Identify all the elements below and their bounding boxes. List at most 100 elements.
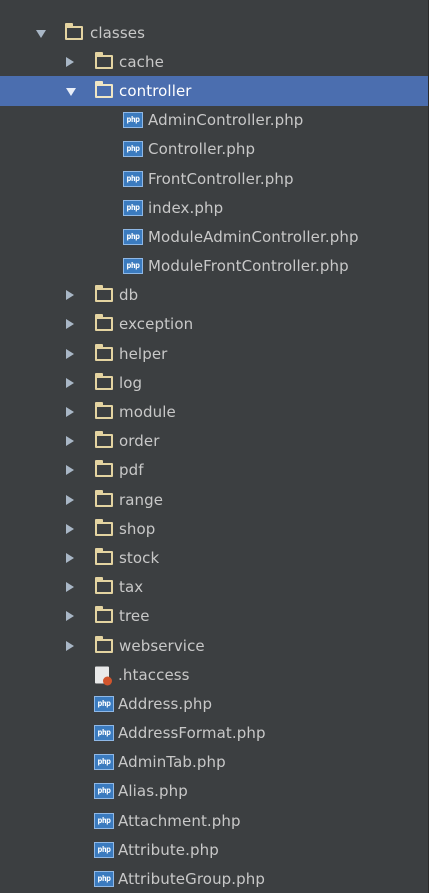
tree-file-attachment[interactable]: php Attachment.php [0, 806, 429, 835]
php-file-icon: php [123, 112, 143, 129]
tree-node-tree[interactable]: tree [0, 602, 429, 631]
folder-icon [95, 577, 113, 595]
project-tree-panel: classes cache controller php AdminContro… [0, 0, 429, 893]
folder-icon [95, 518, 113, 536]
tree-node-exception[interactable]: exception [0, 310, 429, 339]
tree-file-attributegroup[interactable]: php AttributeGroup.php [0, 864, 429, 893]
folder-icon [95, 314, 113, 332]
expand-arrow-down-icon[interactable] [66, 87, 76, 96]
tree-node-helper[interactable]: helper [0, 339, 429, 368]
htaccess-file-icon [95, 666, 112, 686]
expand-arrow-right-icon[interactable] [66, 552, 74, 563]
expand-arrow-right-icon[interactable] [66, 348, 74, 359]
expand-arrow-right-icon[interactable] [66, 407, 74, 418]
expand-arrow-right-icon[interactable] [66, 640, 74, 651]
tree-node-label: ModuleAdminController.php [148, 227, 359, 246]
php-file-icon: php [94, 841, 114, 858]
tree-file-alias[interactable]: php Alias.php [0, 777, 429, 806]
folder-icon [95, 460, 113, 478]
tree-node-label: Attribute.php [118, 840, 219, 859]
php-file-icon: php [94, 812, 114, 829]
tree-node-label: pdf [119, 461, 144, 480]
expand-arrow-right-icon[interactable] [66, 56, 74, 67]
tree-node-label: shop [119, 519, 156, 538]
tree-node-log[interactable]: log [0, 368, 429, 397]
php-file-icon: php [94, 695, 114, 712]
folder-icon [95, 489, 113, 507]
expand-arrow-right-icon[interactable] [66, 436, 74, 447]
folder-icon [95, 343, 113, 361]
php-file-icon: php [94, 754, 114, 771]
tree-node-label: db [119, 286, 139, 305]
tree-node-label: log [119, 373, 143, 392]
tree-node-db[interactable]: db [0, 281, 429, 310]
tree-node-stock[interactable]: stock [0, 543, 429, 572]
tree-node-label: Attachment.php [118, 811, 241, 830]
tree-file-addressformat[interactable]: php AddressFormat.php [0, 719, 429, 748]
folder-icon [95, 372, 113, 390]
expand-arrow-right-icon[interactable] [66, 465, 74, 476]
tree-node-range[interactable]: range [0, 485, 429, 514]
tree-node-label: exception [119, 315, 194, 334]
tree-file-modulefrontcontroller[interactable]: php ModuleFrontController.php [0, 252, 429, 281]
tree-node-label: Address.php [118, 694, 213, 713]
tree-file-address[interactable]: php Address.php [0, 689, 429, 718]
expand-arrow-right-icon[interactable] [66, 494, 74, 505]
php-file-icon: php [123, 170, 143, 187]
php-file-icon: php [94, 783, 114, 800]
tree-node-label: controller [119, 81, 192, 100]
tree-node-label: .htaccess [118, 665, 190, 684]
tree-node-pdf[interactable]: pdf [0, 456, 429, 485]
tree-node-label: tax [119, 578, 144, 597]
expand-arrow-right-icon[interactable] [66, 582, 74, 593]
folder-icon [95, 431, 113, 449]
tree-node-label: AddressFormat.php [118, 724, 266, 743]
tree-node-shop[interactable]: shop [0, 514, 429, 543]
tree-file-admintab[interactable]: php AdminTab.php [0, 748, 429, 777]
tree-node-label: classes [90, 23, 145, 42]
tree-node-label: cache [119, 52, 164, 71]
expand-arrow-right-icon[interactable] [66, 611, 74, 622]
tree-node-module[interactable]: module [0, 397, 429, 426]
folder-icon [95, 402, 113, 420]
tree-file-moduleadmincontroller[interactable]: php ModuleAdminController.php [0, 222, 429, 251]
folder-icon [95, 80, 113, 98]
folder-icon [95, 606, 113, 624]
tree-node-label: stock [119, 548, 160, 567]
php-file-icon: php [123, 141, 143, 158]
expand-arrow-right-icon[interactable] [66, 319, 74, 330]
expand-arrow-right-icon[interactable] [66, 290, 74, 301]
tree-file-controller[interactable]: php Controller.php [0, 135, 429, 164]
tree-node-label: tree [119, 607, 150, 626]
tree-node-tax[interactable]: tax [0, 573, 429, 602]
file-tree: classes cache controller php AdminContro… [0, 18, 429, 893]
tree-node-label: order [119, 432, 160, 451]
tree-file-htaccess[interactable]: .htaccess [0, 660, 429, 689]
tree-node-cache[interactable]: cache [0, 47, 429, 76]
expand-arrow-right-icon[interactable] [66, 377, 74, 388]
folder-icon [95, 547, 113, 565]
expand-arrow-down-icon[interactable] [36, 29, 46, 38]
tree-node-order[interactable]: order [0, 427, 429, 456]
folder-icon [95, 285, 113, 303]
tree-file-attribute[interactable]: php Attribute.php [0, 835, 429, 864]
folder-icon [65, 22, 83, 40]
tree-node-webservice[interactable]: webservice [0, 631, 429, 660]
folder-icon [95, 635, 113, 653]
tree-node-label: module [119, 403, 176, 422]
tree-file-frontcontroller[interactable]: php FrontController.php [0, 164, 429, 193]
tree-node-label: AdminTab.php [118, 753, 226, 772]
tree-node-label: range [119, 490, 164, 509]
folder-icon [95, 51, 113, 69]
tree-file-index[interactable]: php index.php [0, 193, 429, 222]
tree-node-label: webservice [119, 636, 205, 655]
tree-node-controller[interactable]: controller [0, 76, 429, 106]
tree-node-classes[interactable]: classes [0, 18, 429, 47]
tree-node-label: index.php [148, 198, 224, 217]
tree-node-label: Controller.php [148, 140, 256, 159]
php-file-icon: php [123, 258, 143, 275]
php-file-icon: php [123, 228, 143, 245]
tree-node-label: AttributeGroup.php [118, 870, 266, 889]
expand-arrow-right-icon[interactable] [66, 523, 74, 534]
tree-file-admincontroller[interactable]: php AdminController.php [0, 106, 429, 135]
